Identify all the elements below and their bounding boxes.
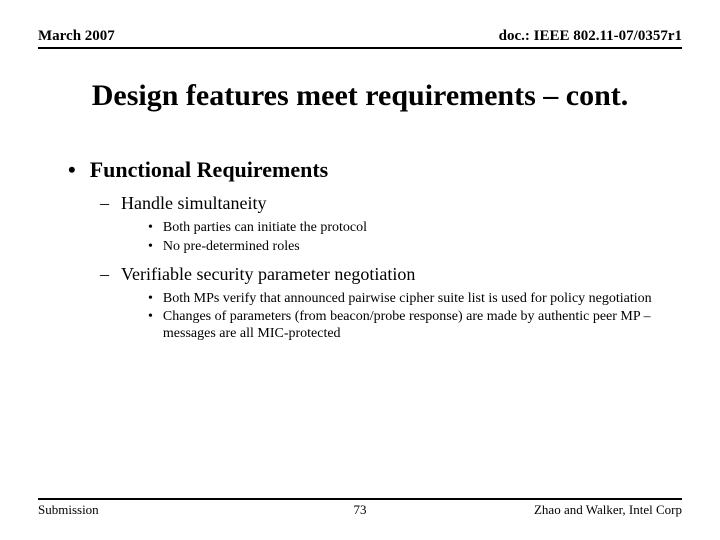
list-subitem-text: No pre-determined roles (163, 239, 300, 256)
slide-title: Design features meet requirements – cont… (38, 79, 682, 113)
dash-icon: – (100, 193, 109, 214)
footer-page-number: 73 (354, 502, 367, 518)
dash-icon: – (100, 264, 109, 285)
footer-left: Submission (38, 502, 99, 518)
list-item: – Verifiable security parameter negotiat… (68, 264, 682, 285)
list-subitem-text: Both MPs verify that announced pairwise … (163, 291, 652, 308)
bullet-icon: • (148, 220, 153, 236)
header-date: March 2007 (38, 28, 115, 45)
section-heading: • Functional Requirements (68, 157, 682, 183)
list-subitem-text: Changes of parameters (from beacon/probe… (163, 309, 682, 343)
bullet-icon: • (148, 239, 153, 255)
header-doc-id: doc.: IEEE 802.11-07/0357r1 (499, 28, 682, 45)
footer-bar: Submission 73 Zhao and Walker, Intel Cor… (38, 498, 682, 518)
bullet-icon: • (68, 157, 76, 183)
list-subitem: • Both MPs verify that announced pairwis… (68, 291, 682, 308)
section-heading-text: Functional Requirements (90, 157, 329, 183)
bullet-icon: • (148, 309, 153, 325)
list-item: – Handle simultaneity (68, 193, 682, 214)
list-subitem-text: Both parties can initiate the protocol (163, 220, 367, 237)
list-item-label: Handle simultaneity (121, 193, 266, 214)
list-item-label: Verifiable security parameter negotiatio… (121, 264, 415, 285)
slide-body: • Functional Requirements – Handle simul… (38, 157, 682, 343)
footer-authors: Zhao and Walker, Intel Corp (534, 502, 682, 518)
bullet-icon: • (148, 291, 153, 307)
header-bar: March 2007 doc.: IEEE 802.11-07/0357r1 (38, 28, 682, 49)
list-subitem: • Changes of parameters (from beacon/pro… (68, 309, 682, 343)
list-subitem: • No pre-determined roles (68, 239, 682, 256)
list-subitem: • Both parties can initiate the protocol (68, 220, 682, 237)
